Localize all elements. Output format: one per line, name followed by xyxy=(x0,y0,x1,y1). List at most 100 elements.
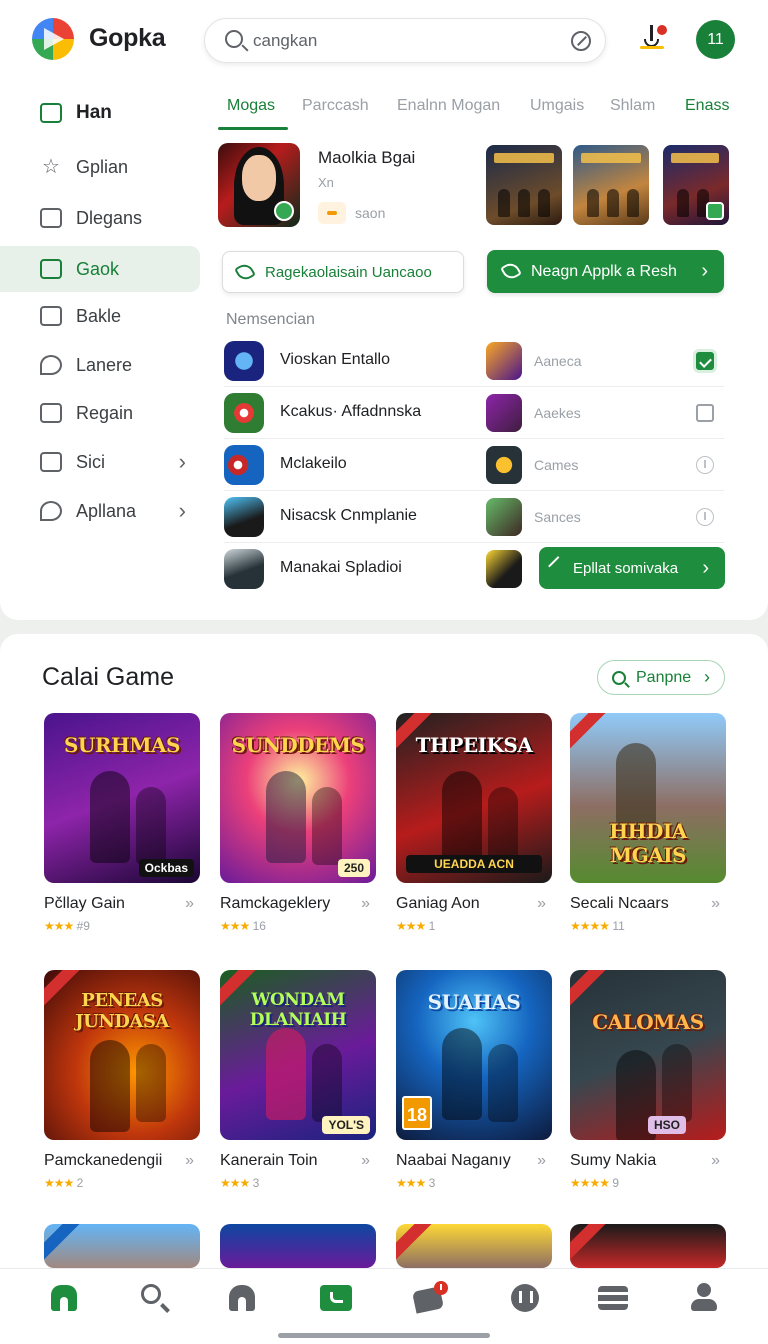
chevron-right-icon: › xyxy=(178,498,186,523)
info-icon[interactable] xyxy=(696,508,714,526)
game-card[interactable]: PENEAS JUNDASA Pamckanedengii » ★★★ 2 xyxy=(44,970,200,1190)
double-chevron-icon[interactable]: » xyxy=(361,1152,370,1170)
featured-thumbnail[interactable] xyxy=(663,145,729,225)
featured-thumbnail[interactable] xyxy=(486,145,562,225)
game-art[interactable] xyxy=(396,1224,552,1268)
double-chevron-icon[interactable]: » xyxy=(537,1152,546,1170)
tab-mogas[interactable]: Mogas xyxy=(227,97,275,115)
game-card[interactable]: HHDIA MGAIS Secali Ncaars » ★★★★ 11 xyxy=(570,713,726,933)
sidebar-item-gaok[interactable]: Gaok xyxy=(0,246,200,292)
game-card[interactable] xyxy=(220,1224,376,1268)
featured-app-title[interactable]: Maolkia Bgai xyxy=(318,148,415,168)
search-input[interactable] xyxy=(253,28,553,54)
game-art[interactable]: SUNDDEMS 250 xyxy=(220,713,376,883)
tab-enass[interactable]: Enass xyxy=(685,97,729,115)
game-art[interactable]: HHDIA MGAIS xyxy=(570,713,726,883)
info-icon[interactable] xyxy=(696,456,714,474)
double-chevron-icon[interactable]: » xyxy=(711,1152,720,1170)
search-bar[interactable] xyxy=(204,18,606,63)
game-title: Pamckanedengii xyxy=(44,1152,163,1169)
game-tag: UEADDA ACN xyxy=(406,855,542,873)
game-card[interactable] xyxy=(570,1224,726,1268)
home-indicator[interactable] xyxy=(278,1333,490,1338)
game-art[interactable] xyxy=(44,1224,200,1268)
voice-search-icon[interactable] xyxy=(571,31,591,51)
sidebar-item-label: Dlegans xyxy=(76,207,143,228)
checkbox-checked[interactable] xyxy=(696,352,714,370)
game-card[interactable]: CALOMAS HSO Sumy Nakia » ★★★★ 9 xyxy=(570,970,726,1190)
list-item[interactable]: Nisacsk Cnmplanie Sances xyxy=(224,491,724,543)
primary-action-button[interactable]: Neagn Applk a Resh › xyxy=(487,250,724,293)
game-card[interactable]: THPEIKSA UEADDA ACN Ganiag Aon » ★★★ 1 xyxy=(396,713,552,933)
chat-icon[interactable] xyxy=(412,1281,448,1314)
profile-icon[interactable] xyxy=(688,1281,720,1313)
game-art[interactable] xyxy=(220,1224,376,1268)
app-name: Vioskan Entallo xyxy=(280,351,390,368)
game-art-title: THPEIKSA xyxy=(415,733,533,757)
account-avatar[interactable]: 11 xyxy=(696,20,735,59)
featured-app-chip: saon xyxy=(355,205,386,221)
game-rating: ★★★ 3 xyxy=(220,1176,376,1190)
install-button[interactable]: Epllat somivaka › xyxy=(539,547,725,589)
tab-umgais[interactable]: Umgais xyxy=(530,97,584,115)
chevron-right-icon: › xyxy=(702,556,709,579)
notification-dot xyxy=(657,25,667,35)
tag-icon xyxy=(40,355,62,375)
featured-app-image[interactable] xyxy=(218,143,300,227)
game-card[interactable]: SURHMAS Ockbas Pčllay Gain » ★★★ #9 xyxy=(44,713,200,933)
list-item[interactable]: Mclakeilo Cames xyxy=(224,439,724,491)
edit-icon xyxy=(234,261,256,283)
double-chevron-icon[interactable]: » xyxy=(537,895,546,913)
double-chevron-icon[interactable]: » xyxy=(711,895,720,913)
game-art[interactable]: SURHMAS Ockbas xyxy=(44,713,200,883)
tab-shlam[interactable]: Shlam xyxy=(610,97,655,115)
list-heading: Nemsencian xyxy=(226,311,315,328)
tab-enalnn-mogan[interactable]: Enalnn Mogan xyxy=(397,97,500,115)
double-chevron-icon[interactable]: » xyxy=(361,895,370,913)
list-item[interactable]: Kcakus· Affadnnska Aaekes xyxy=(224,387,724,439)
sidebar-item-sici[interactable]: Sici › xyxy=(0,439,200,485)
game-art[interactable]: THPEIKSA UEADDA ACN xyxy=(396,713,552,883)
search-icon[interactable] xyxy=(138,1281,170,1313)
section-search-button[interactable]: Panpne › xyxy=(597,660,725,695)
game-card[interactable]: SUAHAS 18 Naabai Naganıy » ★★★ 3 xyxy=(396,970,552,1190)
game-card[interactable] xyxy=(396,1224,552,1268)
game-art[interactable]: PENEAS JUNDASA xyxy=(44,970,200,1140)
game-card[interactable]: WONDAM DLANIAIH YOL'S Kanerain Toin » ★★★… xyxy=(220,970,376,1190)
sidebar-item-gplian[interactable]: ☆ Gplian xyxy=(0,144,200,190)
list-item[interactable]: Vioskan Entallo Aaneca xyxy=(224,335,724,387)
sidebar-item-dlegans[interactable]: Dlegans xyxy=(0,195,200,241)
app-icon xyxy=(224,341,264,381)
rating-value: 2 xyxy=(76,1176,84,1190)
game-art[interactable]: WONDAM DLANIAIH YOL'S xyxy=(220,970,376,1140)
secondary-action-button[interactable]: Ragekaolaisain Uancaoo xyxy=(222,251,464,293)
sidebar-item-bakle[interactable]: Bakle xyxy=(0,293,200,339)
checkbox[interactable] xyxy=(696,404,714,422)
game-art[interactable] xyxy=(570,1224,726,1268)
game-art[interactable]: SUAHAS 18 xyxy=(396,970,552,1140)
game-rating: ★★★ 3 xyxy=(396,1176,552,1190)
featured-thumbnail[interactable] xyxy=(573,145,649,225)
game-title: Pčllay Gain xyxy=(44,895,125,912)
house-icon[interactable] xyxy=(226,1281,258,1313)
double-chevron-icon[interactable]: » xyxy=(185,1152,194,1170)
game-card[interactable] xyxy=(44,1224,200,1268)
sidebar-item-apllana[interactable]: Apllana › xyxy=(0,488,200,534)
sidebar-item-regain[interactable]: Regain xyxy=(0,390,200,436)
double-chevron-icon[interactable]: » xyxy=(185,895,194,913)
game-art-title: CALOMAS xyxy=(592,1010,704,1034)
category-icon xyxy=(486,394,522,432)
tab-parccash[interactable]: Parccash xyxy=(302,97,369,115)
rating-value: #9 xyxy=(76,919,90,933)
game-art[interactable]: CALOMAS HSO xyxy=(570,970,726,1140)
list-item[interactable]: Manakai Spladioi Epllat somivaka › xyxy=(224,543,725,595)
section-search-label: Panpne xyxy=(636,668,692,686)
sidebar-item-lanere[interactable]: Lanere xyxy=(0,342,200,388)
store-icon[interactable] xyxy=(320,1281,352,1313)
home-icon[interactable] xyxy=(48,1281,80,1313)
library-icon[interactable] xyxy=(598,1281,630,1313)
game-card[interactable]: SUNDDEMS 250 Ramckageklery » ★★★ 16 xyxy=(220,713,376,933)
sidebar-item-han[interactable]: Han xyxy=(0,90,200,136)
notifications-icon[interactable] xyxy=(640,25,667,53)
award-icon[interactable] xyxy=(510,1281,542,1313)
